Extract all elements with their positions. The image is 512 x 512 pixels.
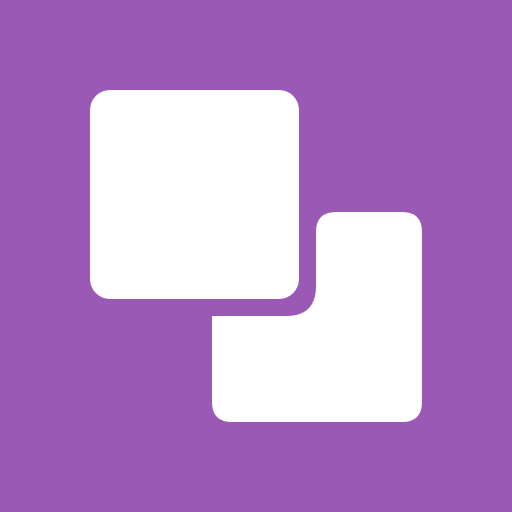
app-icon [0,0,512,512]
overlapping-squares-icon [0,0,512,512]
front-square-shape [90,90,299,299]
